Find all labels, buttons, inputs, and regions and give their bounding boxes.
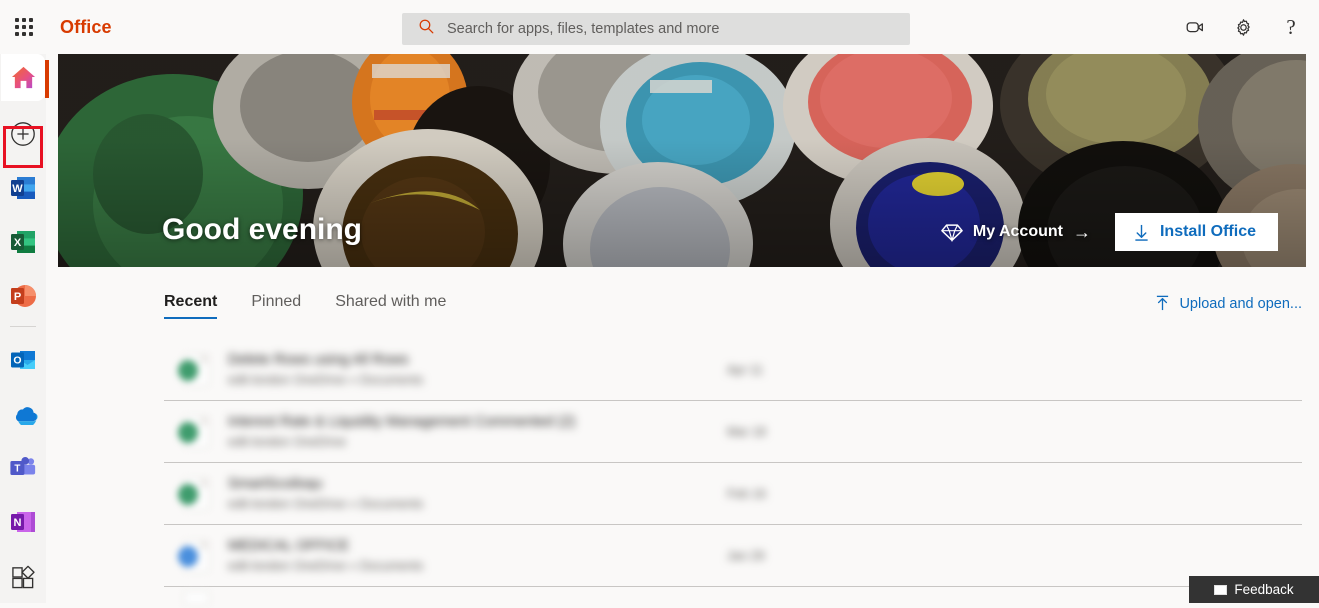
file-location: edit-london OneDrive » Documents bbox=[228, 559, 424, 573]
upload-arrow-icon bbox=[1157, 295, 1169, 311]
svg-text:N: N bbox=[14, 517, 22, 529]
left-app-rail: W X P O T N bbox=[0, 54, 49, 603]
powerpoint-icon: P bbox=[11, 285, 36, 308]
sidebar-item-allapps[interactable] bbox=[0, 549, 46, 603]
upload-and-open-label: Upload and open... bbox=[1179, 295, 1302, 312]
file-name: MEDICAL OFFICE bbox=[228, 538, 350, 554]
file-type-icon bbox=[178, 414, 214, 450]
home-icon bbox=[11, 67, 35, 89]
install-office-button[interactable]: Install Office bbox=[1114, 213, 1278, 251]
search-box[interactable] bbox=[402, 13, 910, 45]
table-row[interactable]: MEDICAL OFFICE edit-london OneDrive » Do… bbox=[164, 525, 1302, 587]
search-icon bbox=[418, 18, 435, 40]
sidebar-item-onenote[interactable]: N bbox=[0, 495, 46, 549]
onenote-icon: N bbox=[11, 512, 35, 533]
file-info: Interest Rate & Liquidity Management Com… bbox=[228, 414, 727, 449]
flag-icon bbox=[1214, 584, 1228, 595]
svg-text:W: W bbox=[12, 183, 23, 195]
file-location: edit-london OneDrive » Documents bbox=[228, 373, 424, 387]
tab-recent[interactable]: Recent bbox=[164, 293, 218, 319]
table-row[interactable]: SmartScoiloqu edit-london OneDrive » Doc… bbox=[164, 463, 1302, 525]
file-type-icon bbox=[178, 352, 214, 388]
settings-button[interactable] bbox=[1223, 8, 1263, 46]
teams-icon: T bbox=[10, 457, 36, 476]
top-bar-icon-group: ? bbox=[1175, 8, 1311, 46]
plus-circle-icon bbox=[11, 122, 35, 147]
file-filter-tabs: Recent Pinned Shared with me bbox=[164, 293, 446, 319]
file-date: Feb 16 bbox=[727, 486, 766, 501]
app-launcher-button[interactable] bbox=[2, 5, 46, 49]
tab-pinned[interactable]: Pinned bbox=[251, 293, 301, 319]
onedrive-icon bbox=[15, 407, 37, 426]
table-row[interactable]: Delete Rows using All Rows edit-london O… bbox=[164, 339, 1302, 401]
my-account-label: My Account bbox=[972, 223, 1063, 240]
install-office-label: Install Office bbox=[1159, 223, 1256, 240]
download-arrow-icon bbox=[1135, 224, 1148, 241]
greeting-title: Good evening bbox=[162, 213, 363, 246]
rail-divider bbox=[10, 326, 36, 328]
my-account-arrow: → bbox=[1072, 221, 1091, 242]
waffle-grid-icon bbox=[15, 18, 33, 36]
sidebar-item-create[interactable] bbox=[0, 107, 46, 161]
gear-icon bbox=[1236, 18, 1250, 36]
file-info: Delete Rows using All Rows edit-london O… bbox=[228, 352, 727, 387]
sidebar-item-excel[interactable]: X bbox=[0, 215, 46, 269]
tab-shared-with-me[interactable]: Shared with me bbox=[335, 293, 446, 319]
meeting-video-icon bbox=[1186, 22, 1203, 33]
sidebar-item-word[interactable]: W bbox=[0, 161, 46, 215]
outlook-icon: O bbox=[11, 351, 35, 370]
svg-text:P: P bbox=[14, 291, 21, 303]
sidebar-item-home[interactable] bbox=[1, 54, 49, 102]
table-row[interactable]: Interest Rate & Liquidity Management Com… bbox=[164, 401, 1302, 463]
word-icon: W bbox=[11, 177, 35, 200]
file-name: Interest Rate & Liquidity Management Com… bbox=[228, 414, 576, 430]
feedback-button[interactable]: Feedback bbox=[1189, 576, 1319, 603]
file-date: Jan 29 bbox=[727, 548, 765, 563]
file-name bbox=[228, 587, 1302, 603]
help-button[interactable]: ? bbox=[1271, 8, 1311, 46]
file-info: SmartScoiloqu edit-london OneDrive » Doc… bbox=[228, 476, 727, 511]
file-date: Apr 11 bbox=[727, 362, 763, 377]
svg-text:T: T bbox=[14, 464, 20, 475]
file-info bbox=[228, 587, 1302, 608]
feedback-label: Feedback bbox=[1234, 582, 1294, 597]
brand-office-link[interactable]: Office bbox=[60, 17, 112, 38]
file-date: Mar 18 bbox=[727, 424, 766, 439]
file-name: SmartScoiloqu bbox=[228, 476, 323, 492]
file-info: MEDICAL OFFICE edit-london OneDrive » Do… bbox=[228, 538, 727, 573]
home-selection-indicator bbox=[45, 60, 49, 98]
upload-and-open-button[interactable]: Upload and open... bbox=[1155, 295, 1302, 312]
sidebar-item-outlook[interactable]: O bbox=[0, 333, 46, 387]
hero-banner: Good evening My Account → Install Office bbox=[58, 54, 1306, 267]
content-area: Recent Pinned Shared with me Upload and … bbox=[58, 267, 1319, 605]
svg-text:X: X bbox=[14, 237, 22, 249]
diamond-icon bbox=[941, 223, 963, 242]
file-location: edit-london OneDrive bbox=[228, 435, 347, 449]
top-app-bar: Office ? bbox=[0, 0, 1319, 54]
meeting-video-button[interactable] bbox=[1175, 8, 1215, 46]
table-row[interactable] bbox=[164, 587, 1302, 607]
file-location: edit-london OneDrive » Documents bbox=[228, 497, 424, 511]
my-account-link[interactable]: My Account → bbox=[941, 222, 1091, 243]
help-question-icon: ? bbox=[1286, 14, 1296, 39]
sidebar-item-onedrive[interactable] bbox=[0, 387, 46, 441]
file-name: Delete Rows using All Rows bbox=[228, 352, 409, 368]
file-type-icon bbox=[178, 538, 214, 574]
sidebar-item-powerpoint[interactable]: P bbox=[0, 269, 46, 323]
search-input[interactable] bbox=[447, 21, 877, 37]
all-apps-icon bbox=[11, 565, 35, 588]
svg-text:O: O bbox=[13, 355, 21, 367]
hero-action-group: My Account → Install Office bbox=[941, 213, 1278, 251]
sidebar-item-teams[interactable]: T bbox=[0, 441, 46, 495]
excel-icon: X bbox=[11, 231, 35, 254]
file-type-icon bbox=[178, 476, 214, 512]
recent-files-list: Delete Rows using All Rows edit-london O… bbox=[164, 339, 1302, 607]
